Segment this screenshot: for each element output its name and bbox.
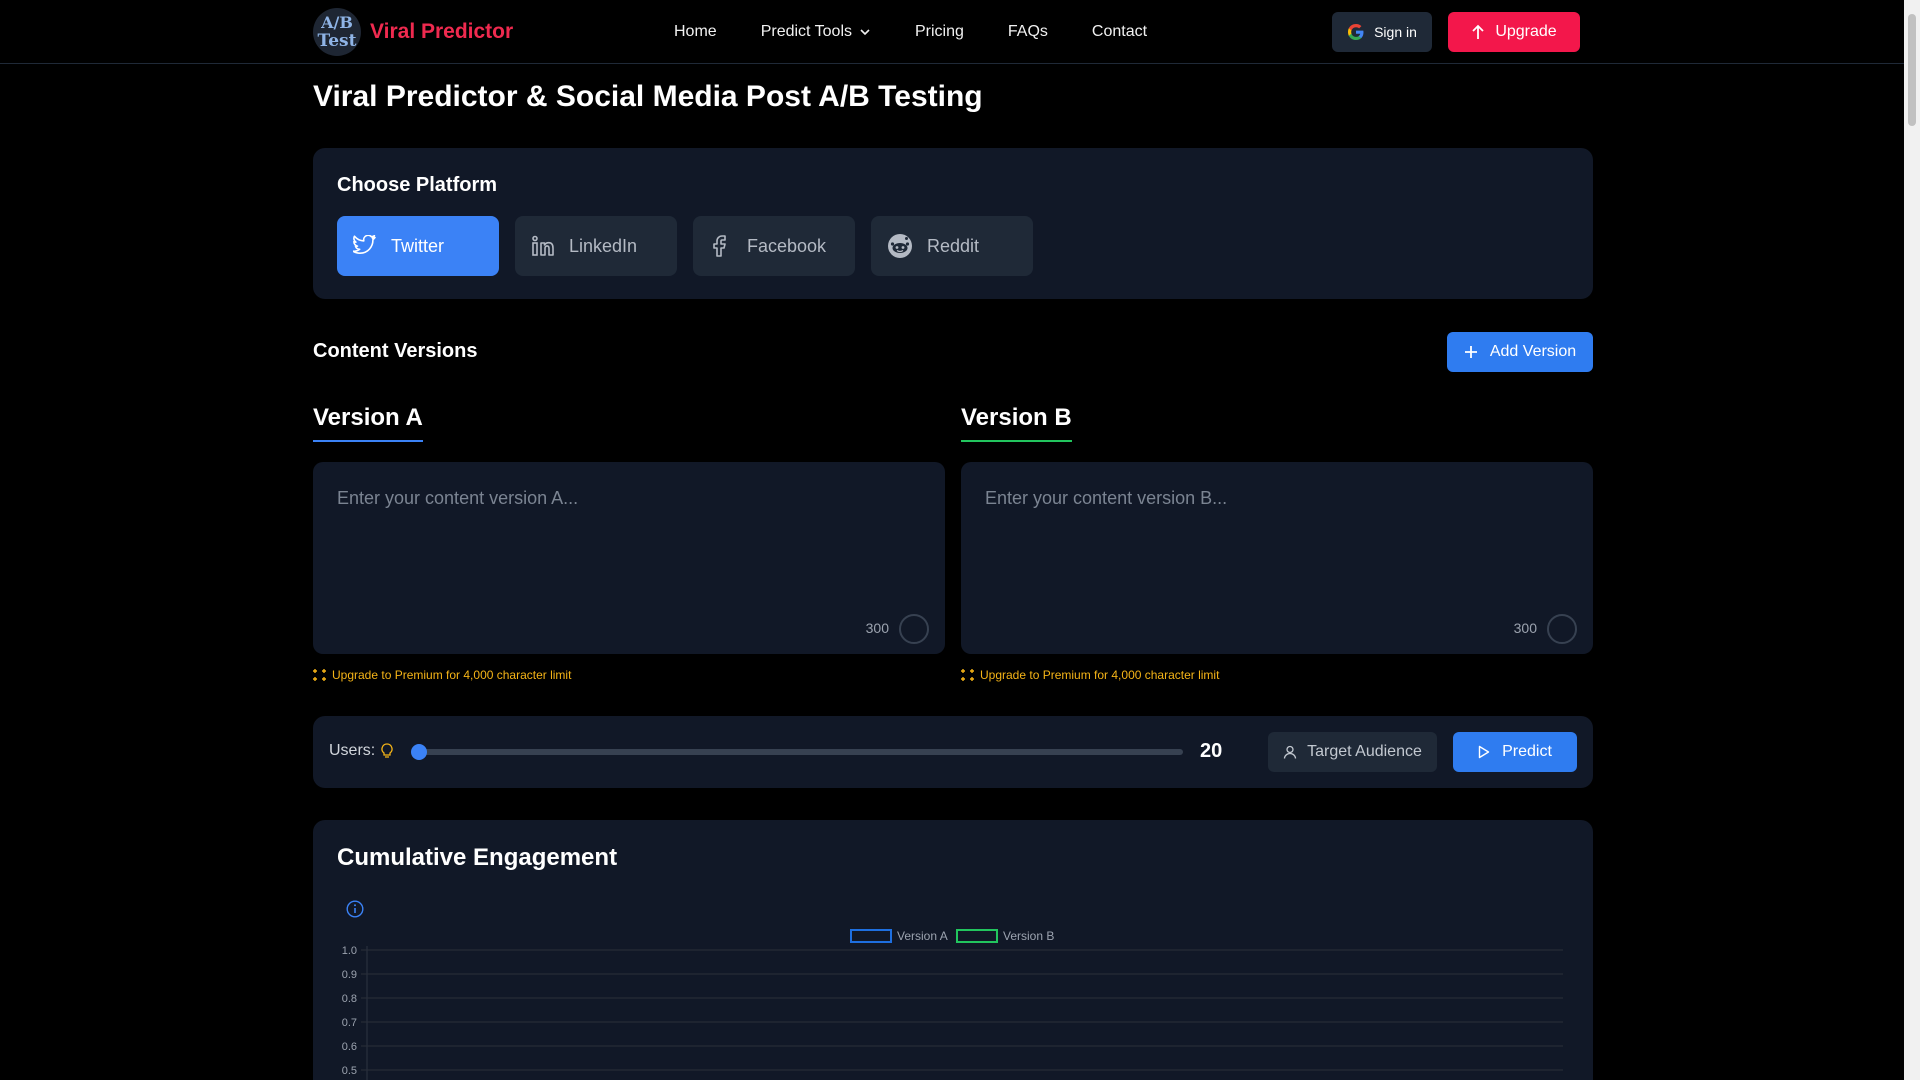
tab-version-a[interactable]: Version A [313,404,423,442]
version-b-progress-ring [1547,614,1577,644]
predict-button[interactable]: Predict [1453,732,1577,772]
prediction-controls: Users: 20 Target Audience Predict [313,716,1593,788]
version-a-progress-ring [899,614,929,644]
play-icon [1478,745,1490,759]
upgrade-button[interactable]: Upgrade [1448,12,1580,52]
platform-linkedin[interactable]: LinkedIn [515,216,677,276]
user-icon [1283,745,1297,759]
top-nav: A/B Test Viral Predictor Home Predict To… [0,0,1904,64]
plus-icon [1464,346,1477,358]
sign-in-label: Sign in [1374,24,1417,40]
target-audience-button[interactable]: Target Audience [1268,732,1437,772]
predict-label: Predict [1502,743,1552,760]
nav-predict-tools-label: Predict Tools [760,23,852,40]
platform-card: Choose Platform Twitter LinkedIn Faceboo… [313,148,1593,299]
version-b-editor: 300 [961,462,1593,654]
nav-home[interactable]: Home [674,23,717,41]
cumulative-engagement-card: Cumulative Engagement Version A Version B… [313,820,1593,1080]
scroll-thumb[interactable] [1908,14,1916,126]
version-a-upsell-text: Upgrade to Premium for 4,000 character l… [332,668,572,682]
reddit-icon [888,234,912,258]
platform-options: Twitter LinkedIn Facebook Reddit [337,216,1033,276]
platform-heading: Choose Platform [337,174,498,196]
upgrade-label: Upgrade [1495,23,1557,40]
platform-twitter-label: Twitter [391,235,445,256]
twitter-icon [353,235,376,255]
version-a-editor: 300 [313,462,945,654]
y-tick-label: 0.5 [342,1065,357,1077]
brand-logo[interactable]: A/B Test Viral Predictor [313,8,513,56]
tab-version-b[interactable]: Version B [961,404,1072,442]
engagement-chart: Version A Version B 1.0 0.9 0.8 0.7 0.6 0.5 [342,929,1563,1080]
platform-linkedin-label: LinkedIn [569,235,638,256]
logo-line2: Test [317,31,357,51]
content-versions-heading: Content Versions [313,340,478,362]
chevron-down-icon [860,29,870,36]
version-a-char-count: 300 [865,620,889,636]
platform-twitter[interactable]: Twitter [337,216,499,276]
version-a-input[interactable] [313,462,945,612]
logo-line1: A/B [321,13,353,32]
sign-in-button[interactable]: Sign in [1332,12,1432,52]
y-tick-label: 0.7 [342,1017,357,1029]
nav-faqs[interactable]: FAQs [1008,23,1048,41]
users-label-text: Users: [329,742,376,759]
version-b-input[interactable] [961,462,1593,612]
facebook-icon [713,235,726,257]
platform-facebook[interactable]: Facebook [693,216,855,276]
page-scrollbar[interactable] [1904,0,1920,1080]
legend-swatch [956,929,998,943]
nav-predict-tools[interactable]: Predict Tools [761,23,871,41]
version-a-upsell-link[interactable]: Upgrade to Premium for 4,000 character l… [313,668,571,682]
google-icon [1348,24,1364,40]
platform-reddit-label: Reddit [927,235,980,256]
users-slider[interactable] [411,744,1183,760]
users-label: Users: [329,742,393,760]
y-tick-label: 0.8 [342,993,357,1005]
legend-label: Version A [897,929,948,943]
version-b-upsell-link[interactable]: Upgrade to Premium for 4,000 character l… [961,668,1219,682]
sparkle-icon [313,669,326,681]
users-slider-handle[interactable] [411,744,427,760]
y-tick-label: 0.6 [342,1041,357,1053]
y-tick-label: 1.0 [342,945,357,957]
info-icon[interactable] [346,900,364,918]
target-audience-label: Target Audience [1307,743,1422,760]
sparkle-icon [961,669,974,681]
platform-facebook-label: Facebook [747,235,827,256]
legend-swatch [850,929,892,943]
y-tick-label: 0.9 [342,969,357,981]
brand-name: Viral Predictor [370,20,514,43]
linkedin-icon [532,235,554,256]
arrow-up-icon [1472,24,1484,39]
nav-contact[interactable]: Contact [1092,23,1147,41]
nav-pricing[interactable]: Pricing [915,23,964,41]
logo-badge: A/B Test [313,8,361,56]
lightbulb-icon[interactable] [381,743,393,759]
nav-links: Home Predict Tools Pricing FAQs Contact [674,0,1147,64]
platform-reddit[interactable]: Reddit [871,216,1033,276]
add-version-button[interactable]: Add Version [1447,332,1593,372]
version-b-char-count: 300 [1513,620,1537,636]
add-version-label: Add Version [1489,343,1577,360]
legend-label: Version B [1003,929,1054,943]
users-value: 20 [1200,740,1223,762]
page-title: Viral Predictor & Social Media Post A/B … [313,80,983,113]
version-b-upsell-text: Upgrade to Premium for 4,000 character l… [980,668,1220,682]
